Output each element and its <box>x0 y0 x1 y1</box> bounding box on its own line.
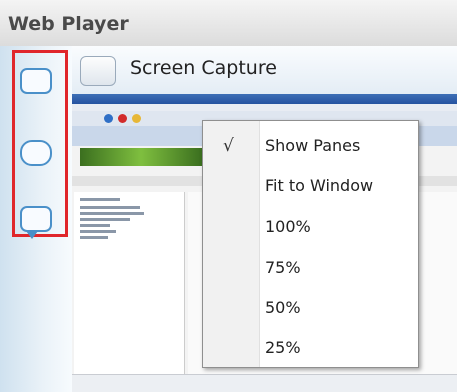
menu-item-label: 50% <box>265 298 301 317</box>
captured-site-banner <box>80 148 202 166</box>
captured-text-line <box>80 206 140 209</box>
rounded-rectangle-icon[interactable] <box>20 68 52 94</box>
rounded-ellipse-icon[interactable] <box>20 140 52 166</box>
menu-item-label: 25% <box>265 338 301 357</box>
menu-item-label: Fit to Window <box>265 176 374 195</box>
stop-icon <box>118 114 127 123</box>
checkmark-icon: √ <box>223 136 234 156</box>
captured-text-line <box>80 230 116 233</box>
speech-callout-icon[interactable] <box>20 206 52 239</box>
home-icon <box>132 114 141 123</box>
menu-item-fit-to-window[interactable]: Fit to Window <box>203 169 418 205</box>
menu-item-zoom-50[interactable]: 50% <box>203 291 418 327</box>
capture-toolbar: Screen Capture <box>72 46 457 95</box>
menu-item-zoom-100[interactable]: 100% <box>203 210 418 246</box>
captured-browser-menubar <box>72 104 457 111</box>
captured-text-line <box>80 198 120 201</box>
menu-item-label: Show Panes <box>265 136 361 155</box>
captured-text-line <box>80 224 110 227</box>
captured-browser-titlebar <box>72 94 457 104</box>
menu-item-zoom-75[interactable]: 75% <box>203 251 418 287</box>
captured-status-row <box>72 374 457 392</box>
window-title: Web Player <box>8 13 129 35</box>
captured-text-line <box>80 236 108 239</box>
menu-item-zoom-25[interactable]: 25% <box>203 331 418 367</box>
captured-text-line <box>80 218 130 221</box>
back-icon <box>104 114 113 123</box>
menu-item-show-panes[interactable]: √ Show Panes <box>203 129 418 165</box>
screen-capture-button[interactable] <box>80 56 116 86</box>
view-context-menu: √ Show Panes Fit to Window 100% 75% 50% … <box>202 120 419 368</box>
menu-item-label: 100% <box>265 217 311 236</box>
captured-text-line <box>80 212 144 215</box>
window-titlebar: Web Player <box>0 0 457 47</box>
menu-item-label: 75% <box>265 258 301 277</box>
screen-capture-label: Screen Capture <box>130 57 277 79</box>
captured-side-panel <box>74 192 185 392</box>
